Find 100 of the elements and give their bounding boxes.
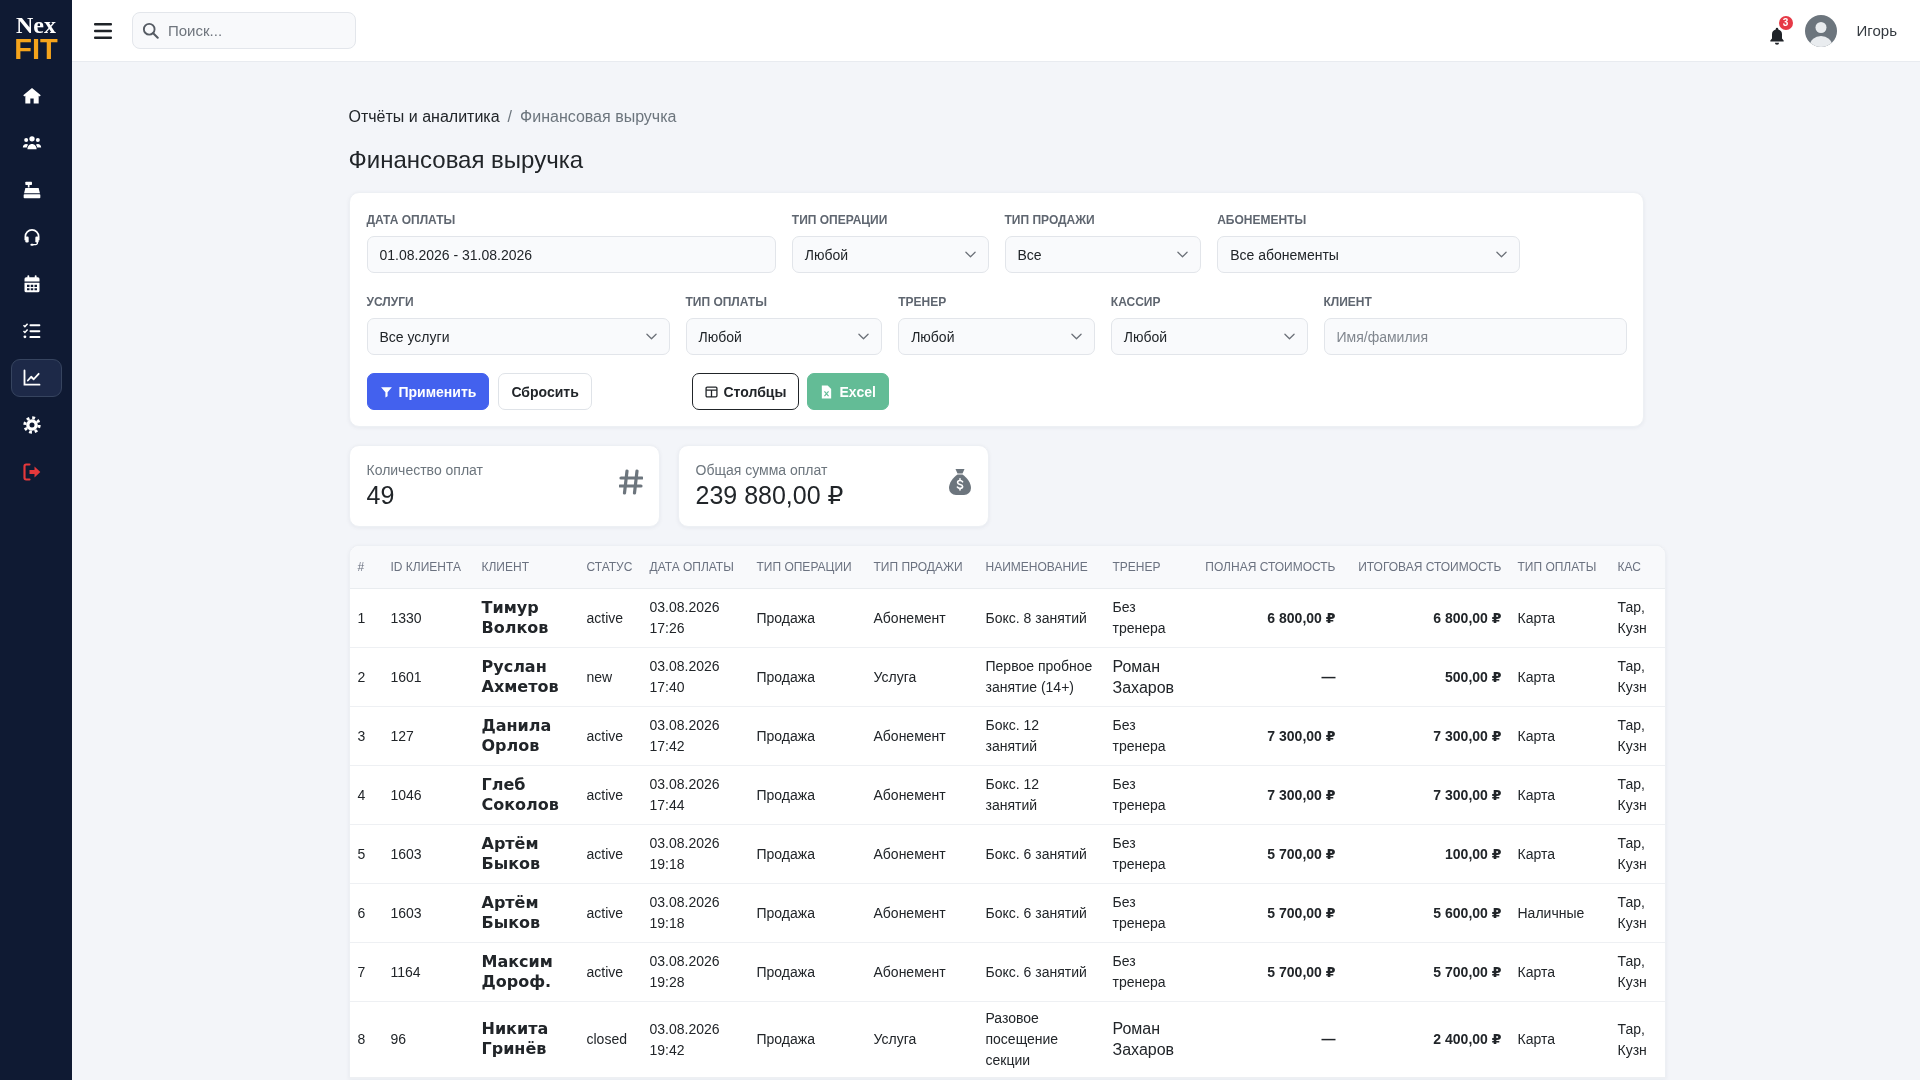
payment-type: Карта xyxy=(1517,668,1555,685)
chevron-down-icon xyxy=(964,251,976,258)
operation-type: Продажа xyxy=(756,786,815,803)
column-header[interactable]: ТИП ОПЛАТЫ xyxy=(1517,560,1597,574)
reset-button[interactable]: Сбросить xyxy=(498,373,592,410)
dropdown[interactable]: Любой xyxy=(1110,318,1308,355)
column-header[interactable]: ТИП ОПЕРАЦИИ xyxy=(756,560,852,574)
breadcrumb-link[interactable]: Отчёты и аналитика xyxy=(348,106,500,128)
logout-icon xyxy=(21,462,42,482)
final-price: 2 400,00 ₽ xyxy=(1433,1031,1502,1047)
dropdown[interactable]: Любой xyxy=(791,236,989,273)
field-label: ТИП ОПЛАТЫ xyxy=(685,294,768,311)
chevron-down-icon xyxy=(858,333,870,340)
payment-date: 03.08.2026 17:44 xyxy=(649,775,721,815)
client-name: Артём Быков xyxy=(481,833,542,874)
column-header[interactable]: ИТОГОВАЯ СТОИМОСТЬ xyxy=(1358,560,1502,574)
status-text: active xyxy=(586,963,624,980)
full-price: 7 300,00 ₽ xyxy=(1267,786,1336,803)
sale-type: Абонемент xyxy=(873,786,946,803)
stat-label: Количество оплат xyxy=(366,461,483,479)
stat-value: 49 xyxy=(366,480,396,511)
search-icon xyxy=(142,22,159,39)
final-price: 7 300,00 ₽ xyxy=(1433,727,1502,744)
final-price: 5 700,00 ₽ xyxy=(1433,963,1502,980)
column-header[interactable]: ТРЕНЕР xyxy=(1112,560,1161,574)
sale-type: Абонемент xyxy=(873,845,946,862)
payment-type: Карта xyxy=(1517,1031,1555,1047)
column-header[interactable]: ТИП ПРОДАЖИ xyxy=(873,560,963,574)
column-header[interactable]: ДАТА ОПЛАТЫ xyxy=(649,560,734,574)
cashier-name: Тар, Кузн xyxy=(1617,657,1648,697)
money-bag-icon xyxy=(947,468,972,496)
column-header[interactable]: ПОЛНАЯ СТОИМОСТЬ xyxy=(1205,560,1336,574)
item-name: Бокс. 12 занятий xyxy=(985,716,1041,756)
column-header[interactable]: КАС xyxy=(1617,560,1641,574)
avatar-icon xyxy=(1804,14,1837,47)
column-header[interactable]: # xyxy=(357,560,365,574)
payment-date: 03.08.2026 17:26 xyxy=(649,598,721,638)
checklist-icon xyxy=(21,321,42,341)
full-price: — xyxy=(1321,668,1336,685)
apply-button[interactable]: Применить xyxy=(366,373,490,410)
row-number: 2 xyxy=(357,668,366,685)
sale-type: Абонемент xyxy=(873,727,946,744)
input-field[interactable]: Имя/фамилия xyxy=(1323,318,1627,355)
menu-button[interactable] xyxy=(94,22,112,39)
dropdown[interactable]: Все xyxy=(1004,236,1202,273)
stat-label: Общая сумма оплат xyxy=(695,461,829,479)
column-header[interactable]: СТАТУС xyxy=(586,560,633,574)
item-name: Разовое посещение секции xyxy=(985,1009,1060,1070)
operation-type: Продажа xyxy=(756,668,815,685)
sale-type: Услуга xyxy=(873,1031,917,1047)
item-name: Бокс. 8 занятий xyxy=(985,608,1087,628)
cashier-name: Тар, Кузн xyxy=(1617,834,1648,874)
columns-button[interactable]: Столбцы xyxy=(691,373,800,410)
payment-type: Карта xyxy=(1517,963,1555,980)
dropdown[interactable]: Любой xyxy=(898,318,1095,355)
user-menu-button[interactable]: Игорь xyxy=(1804,14,1897,47)
notifications-button[interactable]: 3 xyxy=(1766,15,1793,46)
sidebar-item[interactable] xyxy=(10,359,62,397)
row-number: 6 xyxy=(357,904,366,921)
trainer-name: Без тренера xyxy=(1112,716,1167,756)
final-price: 6 800,00 ₽ xyxy=(1433,609,1502,626)
client-name: Максим Дороф. xyxy=(481,951,554,992)
status-text: active xyxy=(586,904,624,921)
status-text: active xyxy=(586,786,624,803)
dropdown[interactable]: Любой xyxy=(685,318,883,355)
search-field[interactable]: Поиск... xyxy=(132,12,356,49)
trainer-name: Роман Захаров xyxy=(1112,1019,1176,1060)
client-name: Данила Орлов xyxy=(481,715,553,756)
full-price: 7 300,00 ₽ xyxy=(1267,727,1336,744)
client-id: 127 xyxy=(390,727,414,744)
columns-icon xyxy=(704,384,718,399)
operation-type: Продажа xyxy=(756,1031,815,1047)
item-name: Бокс. 6 занятий xyxy=(985,844,1087,864)
hashtag-icon xyxy=(618,468,643,496)
row-number: 5 xyxy=(357,845,366,862)
item-name: Бокс. 6 занятий xyxy=(985,962,1087,982)
operation-type: Продажа xyxy=(756,963,815,980)
trainer-name: Без тренера xyxy=(1112,834,1167,874)
column-header[interactable]: НАИМЕНОВАНИЕ xyxy=(985,560,1088,574)
payment-date: 03.08.2026 17:40 xyxy=(649,657,721,697)
stat-value: 239 880,00 ₽ xyxy=(695,480,844,511)
spreadsheet-file-icon xyxy=(820,384,834,399)
full-price: 5 700,00 ₽ xyxy=(1267,845,1336,862)
operation-type: Продажа xyxy=(756,609,815,626)
payment-date: 03.08.2026 19:18 xyxy=(649,834,721,874)
payment-type: Карта xyxy=(1517,786,1555,803)
client-name: Никита Гринёв xyxy=(481,1019,550,1059)
filter-icon xyxy=(379,384,393,399)
dropdown[interactable]: Все услуги xyxy=(366,318,670,355)
cash-register-icon xyxy=(21,180,42,200)
column-header[interactable]: КЛИЕНТ xyxy=(481,560,529,574)
dropdown[interactable]: Все абонементы xyxy=(1217,236,1521,273)
input-field[interactable]: 01.08.2026 - 31.08.2026 xyxy=(366,236,776,273)
status-text: new xyxy=(586,668,613,685)
payment-date: 03.08.2026 19:42 xyxy=(649,1019,721,1060)
column-header[interactable]: ID КЛИЕНТА xyxy=(390,560,461,574)
full-price: 6 800,00 ₽ xyxy=(1267,609,1336,626)
final-price: 500,00 ₽ xyxy=(1445,668,1502,685)
final-price: 5 600,00 ₽ xyxy=(1433,904,1502,921)
item-name: Первое пробное занятие (14+) xyxy=(985,657,1094,697)
